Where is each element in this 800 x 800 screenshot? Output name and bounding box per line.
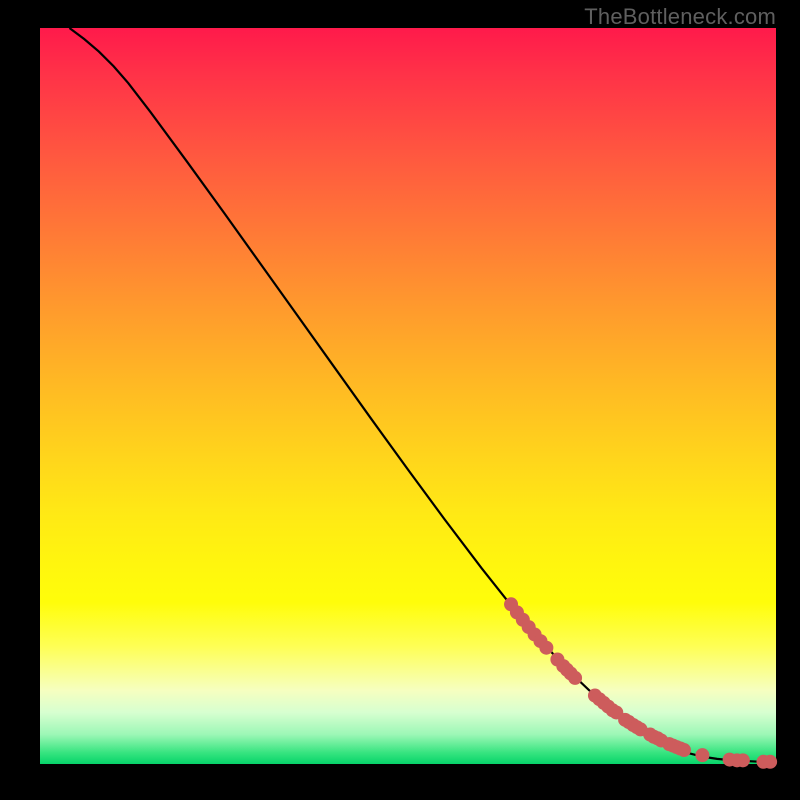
data-point bbox=[677, 743, 691, 757]
data-point bbox=[763, 755, 777, 769]
data-point bbox=[568, 671, 582, 685]
data-point bbox=[736, 753, 750, 767]
watermark-text: TheBottleneck.com bbox=[584, 4, 776, 30]
data-points-group bbox=[504, 597, 777, 769]
plot-svg bbox=[40, 28, 776, 764]
data-point bbox=[695, 748, 709, 762]
bottleneck-curve bbox=[69, 28, 776, 762]
plot-area bbox=[40, 28, 776, 764]
data-point bbox=[539, 641, 553, 655]
chart-frame: TheBottleneck.com bbox=[0, 0, 800, 800]
